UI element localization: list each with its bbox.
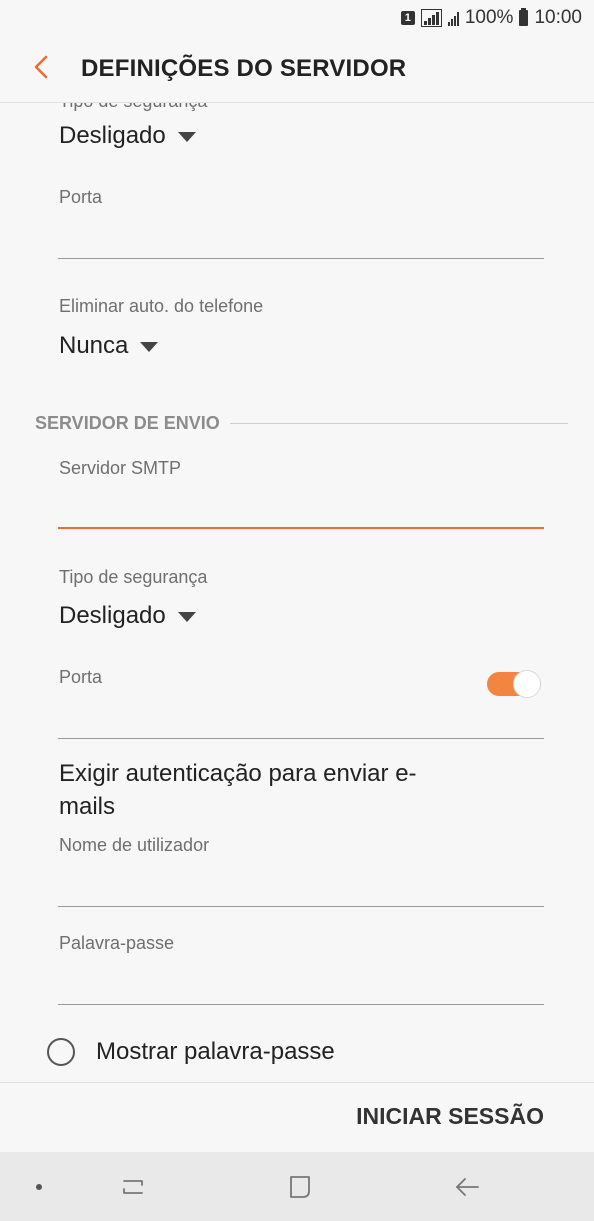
username-label: Nome de utilizador [59, 835, 210, 855]
outgoing-security-label: Tipo de segurança [59, 567, 208, 587]
outgoing-security-value: Desligado [59, 602, 166, 629]
auth-toggle-label: Exigir autenticação para enviar e-mails [59, 760, 417, 820]
sim-badge: 1 [400, 11, 415, 25]
incoming-security-value: Desligado [59, 122, 166, 149]
page-title: DEFINIÇÕES DO SERVIDOR [81, 55, 407, 82]
outgoing-security-dropdown[interactable]: Desligado [59, 602, 196, 630]
smtp-server-input[interactable] [58, 489, 544, 525]
dropdown-arrow-icon [177, 132, 196, 142]
app-bar: DEFINIÇÕES DO SERVIDOR [0, 36, 594, 103]
auto-delete-label: Eliminar auto. do telefone [59, 296, 264, 316]
incoming-port-input[interactable] [58, 220, 544, 256]
signal-icon [420, 9, 442, 27]
outgoing-port-label: Porta [59, 667, 103, 687]
back-arrow-icon [456, 1178, 479, 1196]
chevron-left-icon [34, 55, 48, 79]
show-password-label: Mostrar palavra-passe [96, 1038, 335, 1065]
smtp-server-underline [58, 527, 544, 529]
system-navigation-bar [0, 1152, 594, 1221]
incoming-security-label: Tipo de segurança [59, 103, 207, 112]
password-label: Palavra-passe [59, 933, 175, 953]
status-bar: 1 100% 10:00 [0, 0, 594, 36]
home-button[interactable] [283, 1170, 317, 1204]
show-password-option[interactable]: Mostrar palavra-passe [47, 1038, 335, 1066]
username-underline [58, 906, 544, 907]
nav-indicator-dot [36, 1184, 42, 1190]
dropdown-arrow-icon [177, 612, 196, 622]
outgoing-port-underline [58, 738, 544, 739]
clock: 10:00 [534, 7, 582, 28]
outgoing-port-input[interactable] [58, 700, 544, 736]
smtp-server-label: Servidor SMTP [59, 458, 182, 478]
switch-knob [513, 670, 541, 698]
back-button[interactable] [24, 50, 58, 84]
auto-delete-dropdown[interactable]: Nunca [59, 332, 159, 360]
nav-back-button[interactable] [450, 1170, 484, 1204]
battery-icon [519, 8, 529, 26]
settings-form[interactable]: Tipo de segurança Desligado Porta Elimin… [0, 103, 594, 1082]
username-input[interactable] [58, 868, 544, 904]
login-button[interactable]: INICIAR SESSÃO [356, 1103, 544, 1130]
password-underline [58, 1004, 544, 1005]
auto-delete-value: Nunca [59, 332, 129, 359]
section-divider [229, 423, 568, 424]
battery-percentage: 100% [464, 7, 514, 28]
section-title: SERVIDOR DE ENVIO [35, 413, 220, 433]
radio-button-icon[interactable] [47, 1038, 75, 1066]
password-input[interactable] [58, 966, 544, 1002]
dropdown-arrow-icon [140, 342, 159, 352]
recent-apps-button[interactable] [116, 1170, 150, 1204]
recent-apps-icon [123, 1180, 143, 1194]
signal-icon-secondary [447, 10, 459, 26]
auth-toggle-switch[interactable] [487, 668, 541, 698]
footer-bar: INICIAR SESSÃO [0, 1082, 594, 1153]
outgoing-section-header: SERVIDOR DE ENVIO [35, 413, 568, 434]
incoming-security-dropdown[interactable]: Desligado [59, 122, 196, 150]
incoming-port-label: Porta [59, 187, 103, 207]
incoming-port-underline [58, 258, 544, 259]
home-icon [290, 1176, 310, 1198]
